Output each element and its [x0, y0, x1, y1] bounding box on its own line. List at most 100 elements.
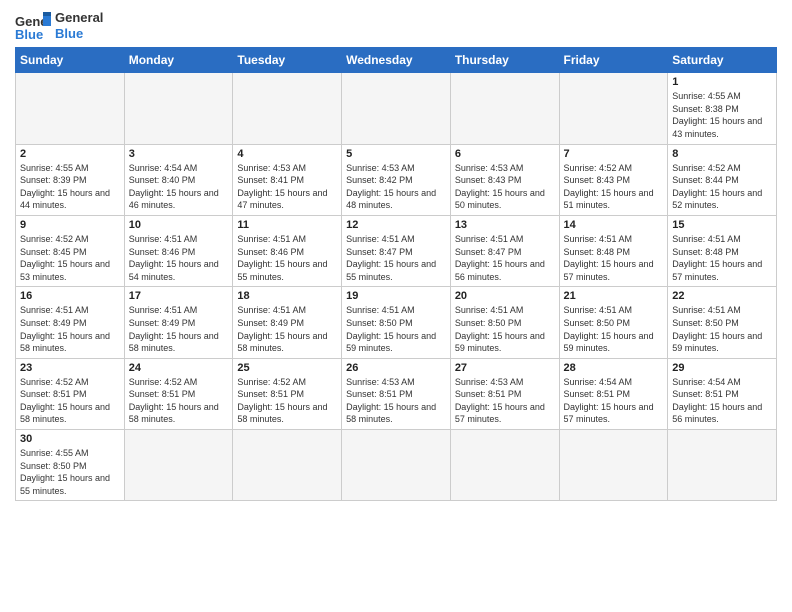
day-number: 19 — [346, 290, 446, 302]
day-info: Sunrise: 4:51 AMSunset: 8:50 PMDaylight:… — [455, 304, 555, 354]
calendar-cell: 15 Sunrise: 4:51 AMSunset: 8:48 PMDayligh… — [668, 215, 777, 286]
day-info: Sunrise: 4:54 AMSunset: 8:40 PMDaylight:… — [129, 162, 229, 212]
day-info: Sunrise: 4:51 AMSunset: 8:50 PMDaylight:… — [346, 304, 446, 354]
day-info: Sunrise: 4:51 AMSunset: 8:46 PMDaylight:… — [237, 233, 337, 283]
calendar-cell — [559, 430, 668, 501]
weekday-header-row: SundayMondayTuesdayWednesdayThursdayFrid… — [16, 48, 777, 73]
calendar-cell: 23Sunrise: 4:52 AMSunset: 8:51 PMDayligh… — [16, 358, 125, 429]
calendar-cell: 30 Sunrise: 4:55 AMSunset: 8:50 PMDayligh… — [16, 430, 125, 501]
calendar-cell: 14 Sunrise: 4:51 AMSunset: 8:48 PMDayligh… — [559, 215, 668, 286]
calendar-header: SundayMondayTuesdayWednesdayThursdayFrid… — [16, 48, 777, 73]
day-info: Sunrise: 4:54 AMSunset: 8:51 PMDaylight:… — [564, 376, 664, 426]
day-number: 14 — [564, 219, 664, 231]
calendar-cell — [16, 73, 125, 144]
day-number: 16 — [20, 290, 120, 302]
logo-blue-text: Blue — [55, 26, 103, 42]
day-number: 10 — [129, 219, 229, 231]
calendar-cell: 2 Sunrise: 4:55 AMSunset: 8:39 PMDaylight… — [16, 144, 125, 215]
day-info: Sunrise: 4:51 AMSunset: 8:47 PMDaylight:… — [455, 233, 555, 283]
calendar-cell — [124, 73, 233, 144]
calendar-body: 1 Sunrise: 4:55 AMSunset: 8:38 PMDaylight… — [16, 73, 777, 501]
calendar-cell — [342, 73, 451, 144]
day-info: Sunrise: 4:53 AMSunset: 8:51 PMDaylight:… — [346, 376, 446, 426]
day-info: Sunrise: 4:52 AMSunset: 8:51 PMDaylight:… — [237, 376, 337, 426]
calendar-cell — [342, 430, 451, 501]
day-number: 30 — [20, 433, 120, 445]
day-info: Sunrise: 4:52 AMSunset: 8:51 PMDaylight:… — [20, 376, 120, 426]
weekday-header-monday: Monday — [124, 48, 233, 73]
day-number: 25 — [237, 362, 337, 374]
day-number: 27 — [455, 362, 555, 374]
day-info: Sunrise: 4:51 AMSunset: 8:48 PMDaylight:… — [672, 233, 772, 283]
day-info: Sunrise: 4:51 AMSunset: 8:50 PMDaylight:… — [564, 304, 664, 354]
day-number: 2 — [20, 148, 120, 160]
day-info: Sunrise: 4:53 AMSunset: 8:42 PMDaylight:… — [346, 162, 446, 212]
logo-general-text: General — [55, 10, 103, 26]
calendar-cell — [233, 430, 342, 501]
calendar-cell: 12Sunrise: 4:51 AMSunset: 8:47 PMDayligh… — [342, 215, 451, 286]
calendar-cell: 16 Sunrise: 4:51 AMSunset: 8:49 PMDayligh… — [16, 287, 125, 358]
day-number: 6 — [455, 148, 555, 160]
day-info: Sunrise: 4:52 AMSunset: 8:44 PMDaylight:… — [672, 162, 772, 212]
day-info: Sunrise: 4:55 AMSunset: 8:50 PMDaylight:… — [20, 447, 120, 497]
weekday-header-sunday: Sunday — [16, 48, 125, 73]
calendar-cell: 26 Sunrise: 4:53 AMSunset: 8:51 PMDayligh… — [342, 358, 451, 429]
day-info: Sunrise: 4:55 AMSunset: 8:38 PMDaylight:… — [672, 90, 772, 140]
day-info: Sunrise: 4:51 AMSunset: 8:49 PMDaylight:… — [20, 304, 120, 354]
day-number: 13 — [455, 219, 555, 231]
logo: General Blue General Blue — [15, 10, 103, 41]
calendar-cell: 25 Sunrise: 4:52 AMSunset: 8:51 PMDayligh… — [233, 358, 342, 429]
day-number: 15 — [672, 219, 772, 231]
day-number: 17 — [129, 290, 229, 302]
day-info: Sunrise: 4:52 AMSunset: 8:51 PMDaylight:… — [129, 376, 229, 426]
day-info: Sunrise: 4:51 AMSunset: 8:47 PMDaylight:… — [346, 233, 446, 283]
calendar-cell — [450, 430, 559, 501]
day-number: 7 — [564, 148, 664, 160]
calendar-cell — [668, 430, 777, 501]
day-number: 26 — [346, 362, 446, 374]
day-info: Sunrise: 4:52 AMSunset: 8:45 PMDaylight:… — [20, 233, 120, 283]
calendar-cell — [450, 73, 559, 144]
calendar-cell: 21 Sunrise: 4:51 AMSunset: 8:50 PMDayligh… — [559, 287, 668, 358]
calendar-cell: 4 Sunrise: 4:53 AMSunset: 8:41 PMDaylight… — [233, 144, 342, 215]
calendar-cell: 8 Sunrise: 4:52 AMSunset: 8:44 PMDaylight… — [668, 144, 777, 215]
svg-text:Blue: Blue — [15, 27, 43, 40]
day-info: Sunrise: 4:53 AMSunset: 8:41 PMDaylight:… — [237, 162, 337, 212]
day-info: Sunrise: 4:51 AMSunset: 8:49 PMDaylight:… — [129, 304, 229, 354]
weekday-header-tuesday: Tuesday — [233, 48, 342, 73]
calendar: SundayMondayTuesdayWednesdayThursdayFrid… — [15, 47, 777, 501]
day-number: 28 — [564, 362, 664, 374]
calendar-week-3: 16 Sunrise: 4:51 AMSunset: 8:49 PMDayligh… — [16, 287, 777, 358]
calendar-week-5: 30 Sunrise: 4:55 AMSunset: 8:50 PMDayligh… — [16, 430, 777, 501]
day-info: Sunrise: 4:51 AMSunset: 8:46 PMDaylight:… — [129, 233, 229, 283]
day-number: 21 — [564, 290, 664, 302]
day-number: 11 — [237, 219, 337, 231]
day-info: Sunrise: 4:51 AMSunset: 8:49 PMDaylight:… — [237, 304, 337, 354]
calendar-week-4: 23Sunrise: 4:52 AMSunset: 8:51 PMDayligh… — [16, 358, 777, 429]
day-number: 4 — [237, 148, 337, 160]
calendar-week-2: 9Sunrise: 4:52 AMSunset: 8:45 PMDaylight… — [16, 215, 777, 286]
weekday-header-friday: Friday — [559, 48, 668, 73]
calendar-cell: 17 Sunrise: 4:51 AMSunset: 8:49 PMDayligh… — [124, 287, 233, 358]
day-info: Sunrise: 4:55 AMSunset: 8:39 PMDaylight:… — [20, 162, 120, 212]
day-number: 1 — [672, 76, 772, 88]
calendar-cell: 18 Sunrise: 4:51 AMSunset: 8:49 PMDayligh… — [233, 287, 342, 358]
calendar-week-1: 2 Sunrise: 4:55 AMSunset: 8:39 PMDaylight… — [16, 144, 777, 215]
calendar-cell: 29Sunrise: 4:54 AMSunset: 8:51 PMDayligh… — [668, 358, 777, 429]
calendar-cell: 27Sunrise: 4:53 AMSunset: 8:51 PMDayligh… — [450, 358, 559, 429]
calendar-cell: 9Sunrise: 4:52 AMSunset: 8:45 PMDaylight… — [16, 215, 125, 286]
calendar-cell: 11 Sunrise: 4:51 AMSunset: 8:46 PMDayligh… — [233, 215, 342, 286]
day-number: 18 — [237, 290, 337, 302]
calendar-cell: 22Sunrise: 4:51 AMSunset: 8:50 PMDayligh… — [668, 287, 777, 358]
calendar-week-0: 1 Sunrise: 4:55 AMSunset: 8:38 PMDaylight… — [16, 73, 777, 144]
day-number: 20 — [455, 290, 555, 302]
calendar-cell: 5Sunrise: 4:53 AMSunset: 8:42 PMDaylight… — [342, 144, 451, 215]
calendar-cell: 13 Sunrise: 4:51 AMSunset: 8:47 PMDayligh… — [450, 215, 559, 286]
weekday-header-wednesday: Wednesday — [342, 48, 451, 73]
day-info: Sunrise: 4:52 AMSunset: 8:43 PMDaylight:… — [564, 162, 664, 212]
day-info: Sunrise: 4:51 AMSunset: 8:48 PMDaylight:… — [564, 233, 664, 283]
calendar-cell — [559, 73, 668, 144]
calendar-cell: 24Sunrise: 4:52 AMSunset: 8:51 PMDayligh… — [124, 358, 233, 429]
day-number: 8 — [672, 148, 772, 160]
logo-icon: General Blue — [15, 12, 51, 40]
